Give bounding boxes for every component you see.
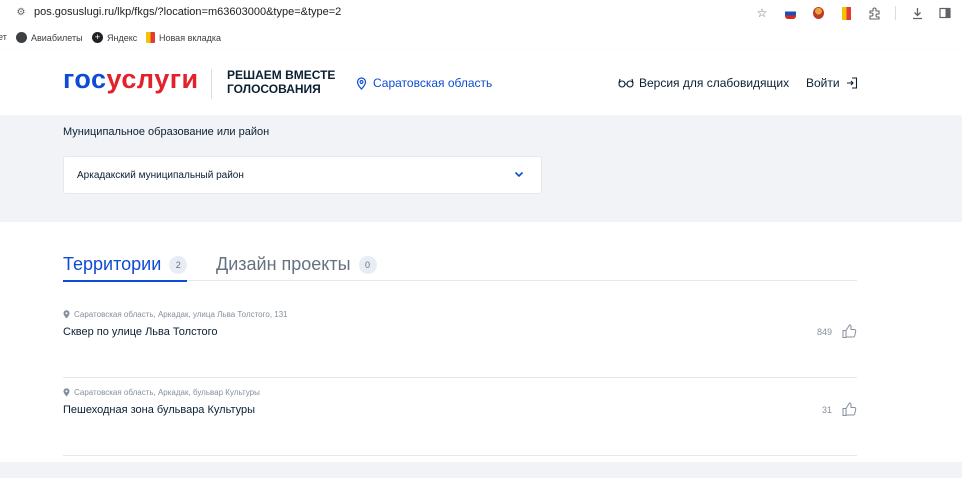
item-title[interactable]: Пешеходная зона бульвара Культуры — [63, 404, 255, 416]
low-vision-label: Версия для слабовидящих — [639, 76, 790, 90]
browser-address-bar: ⚙ pos.gosuslugi.ru/lkp/fkgs/?location=m6… — [0, 0, 962, 26]
chevron-down-icon — [514, 171, 524, 178]
active-tab-indicator — [63, 280, 187, 282]
login-label: Войти — [806, 76, 840, 90]
select-value: Аркадакский муниципальный район — [77, 170, 244, 181]
bookmarks-bar: ет Авиабилеты + Яндекс Новая вкладка — [0, 27, 962, 49]
item-title[interactable]: Сквер по улице Льва Толстого — [63, 326, 218, 338]
download-icon[interactable] — [910, 6, 924, 20]
url-text[interactable]: pos.gosuslugi.ru/lkp/fkgs/?location=m636… — [34, 6, 341, 18]
logo-part-1: гос — [63, 64, 107, 94]
sidebar-icon[interactable] — [938, 6, 952, 20]
count-badge: 0 — [358, 255, 377, 274]
header-divider — [211, 69, 212, 99]
slogan-line-1: РЕШАЕМ ВМЕСТЕ — [227, 68, 336, 82]
filter-panel: Муниципальное образование или район Арка… — [0, 116, 962, 222]
toolbar-separator — [895, 6, 896, 20]
browser-toolbar-icons: ☆ — [755, 4, 952, 22]
bookmark-item[interactable]: ет — [0, 32, 7, 42]
municipality-select[interactable]: Аркадакский муниципальный район — [63, 156, 542, 194]
location-pin-icon — [356, 76, 367, 90]
bookmark-icon — [146, 32, 155, 43]
bookmark-aviabilety[interactable]: Авиабилеты — [16, 32, 83, 43]
glasses-icon — [618, 78, 634, 88]
likes-count: 849 — [816, 326, 832, 337]
gosuslugi-logo[interactable]: госуслуги — [63, 64, 199, 95]
item-address: Саратовская область, Аркадак, бульвар Ку… — [63, 388, 260, 397]
slogan-line-2: ГОЛОСОВАНИЯ — [227, 82, 321, 96]
location-pin-icon — [63, 310, 70, 319]
login-button[interactable]: Войти — [806, 76, 858, 90]
login-icon — [846, 77, 857, 89]
location-pin-icon — [63, 388, 70, 397]
tab-label: Территории — [63, 254, 162, 274]
list-item[interactable]: Саратовская область, Аркадак, бульвар Ку… — [63, 378, 857, 456]
bookmark-yandex[interactable]: + Яндекс — [92, 32, 137, 43]
likes[interactable]: 849 — [817, 324, 857, 339]
thumbs-up-icon[interactable] — [842, 402, 857, 417]
region-label: Саратовская область — [373, 76, 493, 90]
tab-design-projects[interactable]: Дизайн проекты 0 — [216, 250, 377, 279]
plus-icon: + — [92, 32, 103, 43]
extension-icon[interactable] — [811, 6, 825, 20]
bookmark-new-tab[interactable]: Новая вкладка — [146, 32, 221, 43]
content-tabs: Территории 2 Дизайн проекты 0 — [63, 250, 857, 282]
star-icon[interactable]: ☆ — [755, 6, 769, 20]
flag-extension-icon[interactable] — [783, 6, 797, 20]
bookmark-label: Яндекс — [107, 32, 138, 43]
bookmark-label: Новая вкладка — [159, 32, 222, 43]
low-vision-link[interactable]: Версия для слабовидящих — [618, 76, 789, 90]
address-text: Саратовская область, Аркадак, бульвар Ку… — [74, 388, 260, 397]
count-badge: 2 — [169, 255, 188, 274]
tab-territories[interactable]: Территории 2 — [63, 250, 188, 279]
globe-icon — [16, 32, 27, 43]
bookmark-label: ет — [0, 32, 7, 42]
slogan[interactable]: РЕШАЕМ ВМЕСТЕ ГОЛОСОВАНИЯ — [227, 68, 335, 96]
footer-strip — [0, 462, 962, 478]
likes-count: 31 — [821, 404, 832, 415]
logo-part-2: услуги — [106, 64, 199, 94]
filter-label: Муниципальное образование или район — [63, 126, 270, 138]
thumbs-up-icon[interactable] — [842, 324, 857, 339]
bookmark-label: Авиабилеты — [31, 32, 83, 43]
tab-label: Дизайн проекты — [216, 254, 351, 274]
address-text: Саратовская область, Аркадак, улица Льва… — [74, 310, 288, 319]
territories-list: Саратовская область, Аркадак, улица Льва… — [63, 300, 857, 456]
site-settings-icon[interactable]: ⚙ — [14, 6, 28, 20]
site-header: госуслуги РЕШАЕМ ВМЕСТЕ ГОЛОСОВАНИЯ Сара… — [0, 50, 962, 115]
region-selector[interactable]: Саратовская область — [356, 76, 492, 90]
likes[interactable]: 31 — [822, 402, 857, 417]
bookmark-extension-icon[interactable] — [839, 6, 853, 20]
list-item[interactable]: Саратовская область, Аркадак, улица Льва… — [63, 300, 857, 378]
item-address: Саратовская область, Аркадак, улица Льва… — [63, 310, 288, 319]
puzzle-icon[interactable] — [867, 6, 881, 20]
